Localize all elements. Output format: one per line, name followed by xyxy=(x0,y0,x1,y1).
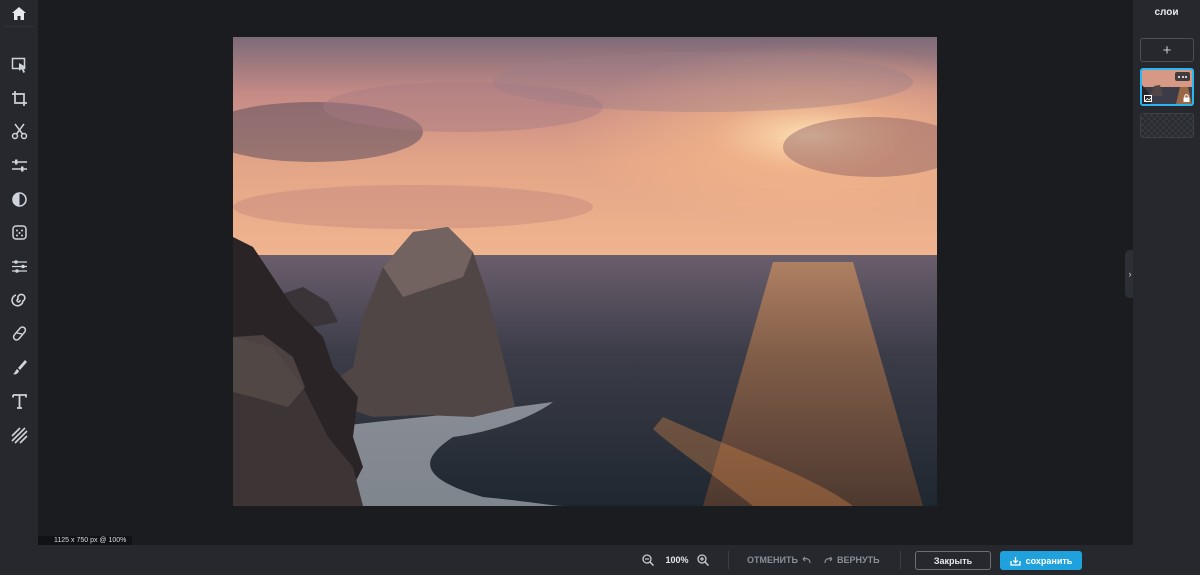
cut-icon xyxy=(11,123,27,139)
heal-tool-button[interactable] xyxy=(0,318,38,348)
redo-icon xyxy=(824,556,833,564)
lock-icon[interactable] xyxy=(1183,94,1190,102)
canvas-image[interactable] xyxy=(233,37,937,506)
contrast-tool-button[interactable] xyxy=(0,184,38,214)
layer-item-empty[interactable] xyxy=(1140,113,1194,138)
texture-tool-button[interactable] xyxy=(0,217,38,247)
save-icon xyxy=(1009,556,1021,566)
home-button[interactable] xyxy=(0,0,38,26)
undo-icon xyxy=(802,556,811,564)
cut-tool-button[interactable] xyxy=(0,116,38,146)
left-toolbar xyxy=(0,0,38,575)
close-button[interactable]: Закрыть xyxy=(915,551,991,570)
brush-icon xyxy=(12,359,27,374)
select-tool-button[interactable] xyxy=(0,50,38,80)
save-button[interactable]: сохранить xyxy=(1000,551,1082,570)
pattern-tool-button[interactable] xyxy=(0,420,38,450)
sunset-photo xyxy=(233,37,937,506)
filters-icon xyxy=(11,259,27,273)
separator xyxy=(900,551,901,569)
crop-icon xyxy=(11,90,27,106)
distort-icon xyxy=(10,293,26,307)
contrast-icon xyxy=(11,191,27,207)
brush-tool-button[interactable] xyxy=(0,352,38,382)
crop-tool-button[interactable] xyxy=(0,83,38,113)
adjust-icon xyxy=(11,159,27,171)
home-icon xyxy=(12,6,26,20)
layer-more-button[interactable] xyxy=(1175,72,1190,81)
zoom-in-icon[interactable] xyxy=(697,554,709,566)
layers-title: слои xyxy=(1154,7,1179,18)
texture-icon xyxy=(11,224,27,240)
separator xyxy=(728,551,729,569)
zoom-out-icon[interactable] xyxy=(642,554,654,566)
filters-tool-button[interactable] xyxy=(0,251,38,281)
image-layer-icon xyxy=(1144,95,1152,102)
undo-button[interactable]: ОТМЕНИТЬ xyxy=(747,553,811,567)
layer-item-image[interactable] xyxy=(1140,68,1194,106)
layers-panel: слои + xyxy=(1133,0,1200,575)
bottom-bar: 100% ОТМЕНИТЬ ВЕРНУТЬ Закрыть сохранить xyxy=(38,545,1133,575)
adjust-tool-button[interactable] xyxy=(0,150,38,180)
save-label: сохранить xyxy=(1025,555,1073,566)
canvas-workspace: 1125 x 750 px @ 100% xyxy=(38,0,1133,545)
chevron-right-icon: › xyxy=(1128,269,1132,279)
zoom-level: 100% xyxy=(665,555,689,565)
distort-tool-button[interactable] xyxy=(0,284,38,314)
redo-button[interactable]: ВЕРНУТЬ xyxy=(824,553,880,567)
plus-icon: + xyxy=(1162,41,1172,59)
toolbar-divider xyxy=(4,26,34,27)
pattern-icon xyxy=(10,426,28,444)
heal-icon xyxy=(12,325,26,341)
add-layer-button[interactable]: + xyxy=(1140,38,1194,62)
undo-label: ОТМЕНИТЬ xyxy=(747,555,798,565)
image-dimensions-label: 1125 x 750 px @ 100% xyxy=(38,536,133,545)
redo-label: ВЕРНУТЬ xyxy=(837,555,880,565)
select-tool-icon xyxy=(11,57,26,73)
text-tool-button[interactable] xyxy=(0,386,38,416)
text-icon xyxy=(11,393,27,409)
